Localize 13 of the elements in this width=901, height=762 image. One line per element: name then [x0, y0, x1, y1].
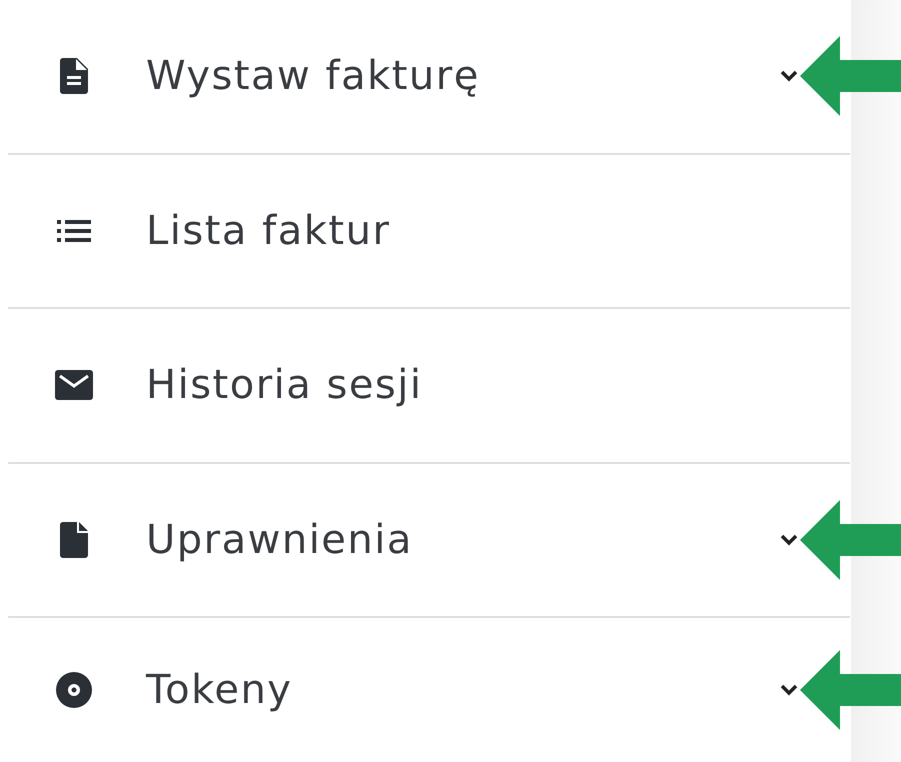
- menu-item-label[interactable]: Historia sesji: [146, 362, 422, 408]
- envelope-icon: [55, 370, 93, 400]
- file-icon: [60, 522, 88, 558]
- menu-item-label[interactable]: Wystaw fakturę: [146, 53, 480, 100]
- chevron-icon[interactable]: [780, 70, 798, 82]
- disc-icon: [56, 672, 92, 708]
- document-icon: [60, 58, 88, 94]
- chevron-icon[interactable]: [780, 534, 798, 546]
- list-icon: [57, 220, 91, 242]
- menu-item-label[interactable]: Tokeny: [146, 667, 292, 714]
- menu-item-label[interactable]: Lista faktur: [146, 208, 390, 254]
- chevron-icon[interactable]: [780, 684, 798, 696]
- menu-item-label[interactable]: Uprawnienia: [146, 517, 413, 564]
